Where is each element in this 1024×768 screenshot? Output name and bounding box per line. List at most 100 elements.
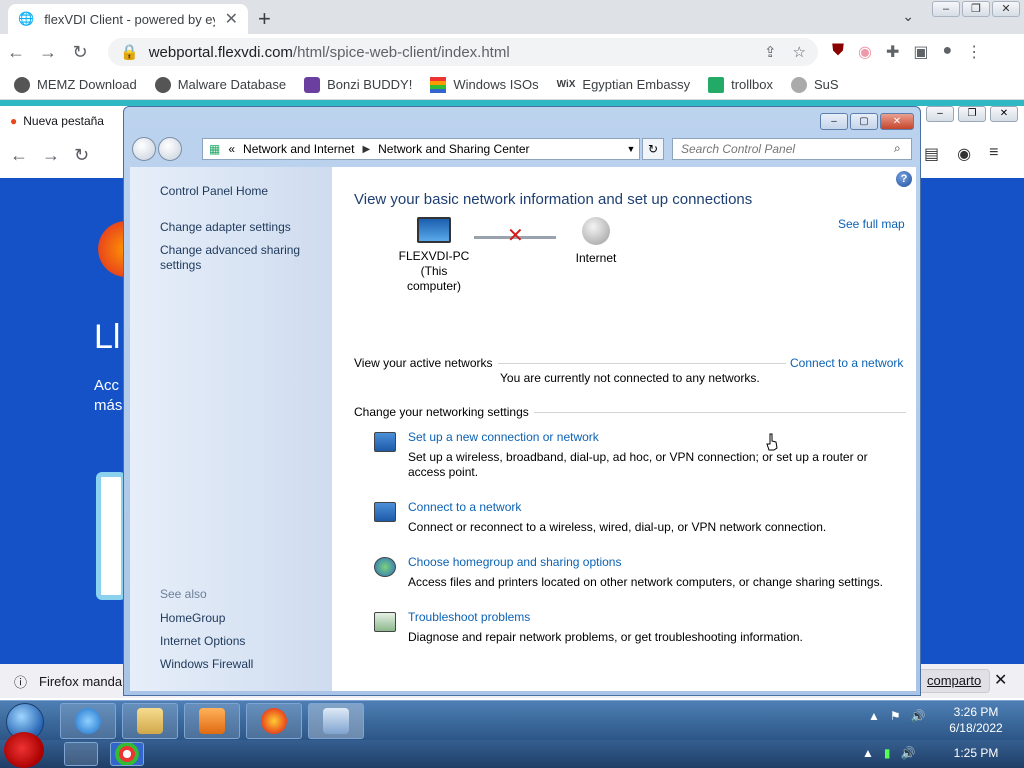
task-link[interactable]: Connect to a network: [408, 500, 521, 514]
chevron-down-icon[interactable]: ▼: [623, 144, 639, 154]
menu-icon[interactable]: ⋮: [966, 42, 982, 62]
forward-button[interactable]: →: [42, 145, 60, 166]
trollbox-icon: [708, 76, 725, 93]
media-player-icon: [199, 708, 225, 734]
bookmark-windows-isos[interactable]: Windows ISOs: [430, 76, 539, 93]
url-host: webportal.flexvdi.com: [148, 43, 293, 61]
globe-icon: [154, 76, 171, 93]
battery-icon[interactable]: ▮: [884, 746, 891, 760]
star-icon[interactable]: ☆: [793, 43, 806, 61]
forward-button[interactable]: →: [32, 42, 64, 63]
address-bar[interactable]: 🔒 webportal.flexvdi.com/html/spice-web-c…: [108, 38, 818, 66]
bookmark-memz[interactable]: MEMZ Download: [14, 76, 137, 93]
taskbar-explorer[interactable]: [122, 703, 178, 739]
bookmark-bonzi[interactable]: Bonzi BUDDY!: [304, 76, 412, 93]
back-button[interactable]: [132, 137, 156, 161]
chevron-up-icon[interactable]: ▲: [862, 746, 874, 760]
outer-clock[interactable]: 1:25 PM: [944, 746, 1008, 760]
change-settings-heading: Change your networking settings: [354, 405, 529, 419]
help-icon[interactable]: ?: [896, 171, 912, 187]
avatar[interactable]: ●: [943, 42, 953, 62]
disconnected-icon: ✕: [507, 225, 524, 247]
firefox-tab[interactable]: ● Nueva pestaña: [0, 110, 122, 132]
outer-taskbar-explorer[interactable]: [64, 742, 98, 766]
breadcrumb-sharing-center[interactable]: Network and Sharing Center: [378, 142, 529, 156]
action-center-icon[interactable]: ⚑: [890, 709, 901, 723]
sidebar-item-adapter-settings[interactable]: Change adapter settings: [160, 220, 291, 235]
sidebar-icon[interactable]: ▣: [913, 42, 928, 62]
sidebar-item-homegroup[interactable]: HomeGroup: [160, 611, 225, 626]
close-icon[interactable]: ✕: [994, 670, 1007, 690]
computer-icon: [417, 217, 451, 243]
hand-cursor-icon: [766, 433, 778, 451]
puzzle-icon[interactable]: ✚: [886, 42, 899, 62]
task-link[interactable]: Set up a new connection or network: [408, 430, 599, 444]
lock-icon[interactable]: 🔒: [120, 43, 139, 61]
chevron-down-icon[interactable]: ⌄: [902, 8, 914, 25]
chevron-up-icon[interactable]: ▲: [868, 709, 880, 723]
taskbar-firefox[interactable]: [246, 703, 302, 739]
angry-bird-start-icon[interactable]: [4, 732, 44, 768]
task-link[interactable]: Troubleshoot problems: [408, 610, 530, 624]
back-button[interactable]: ←: [0, 42, 32, 63]
maximize-button[interactable]: ❐: [962, 1, 990, 17]
share-icon[interactable]: ⇪: [764, 43, 777, 61]
minimize-button[interactable]: –: [932, 1, 960, 17]
search-input[interactable]: Search Control Panel: [672, 138, 912, 160]
close-window-button[interactable]: ✕: [880, 113, 914, 130]
firefox-nav: ← → ↻: [0, 140, 122, 170]
sidebar-item-control-panel-home[interactable]: Control Panel Home: [160, 184, 268, 199]
sidebar-item-advanced-sharing[interactable]: Change advanced sharing settings: [160, 243, 310, 273]
close-window-button[interactable]: ✕: [992, 1, 1020, 17]
bookmark-malware[interactable]: Malware Database: [154, 76, 286, 93]
bookmark-egyptian-embassy[interactable]: WiX Egyptian Embassy: [557, 77, 690, 92]
sidebar-icon[interactable]: ▤: [924, 144, 939, 164]
new-tab-button[interactable]: +: [258, 6, 271, 32]
reload-button[interactable]: ↻: [74, 145, 89, 166]
close-window-button[interactable]: ✕: [990, 106, 1018, 122]
task-link[interactable]: Choose homegroup and sharing options: [408, 555, 621, 569]
maximize-button[interactable]: ▢: [850, 113, 878, 130]
forward-button[interactable]: [158, 137, 182, 161]
search-icon[interactable]: ⌕: [894, 141, 901, 156]
connect-network-link[interactable]: Connect to a network: [790, 356, 903, 370]
cp-window-controls: – ▢ ✕: [820, 113, 914, 130]
chrome-tab[interactable]: 🌐 flexVDI Client - powered by ey ✕: [8, 4, 248, 34]
back-button[interactable]: ←: [10, 145, 28, 166]
troubleshoot-icon: [374, 612, 396, 632]
bookmark-sus[interactable]: SuS: [791, 76, 839, 93]
sidebar-item-internet-options[interactable]: Internet Options: [160, 634, 245, 649]
clock[interactable]: 3:26 PM 6/18/2022: [944, 704, 1008, 736]
notification-button[interactable]: comparto: [918, 669, 991, 693]
outer-taskbar-chrome[interactable]: [110, 742, 144, 766]
minimize-button[interactable]: –: [926, 106, 954, 122]
minimize-button[interactable]: –: [820, 113, 848, 130]
extension-flag-icon[interactable]: ◉: [858, 42, 872, 62]
divider: [498, 363, 786, 364]
tab-title: flexVDI Client - powered by ey: [44, 11, 215, 27]
taskbar-ie[interactable]: [60, 703, 116, 739]
ublock-icon[interactable]: ⛊: [832, 42, 844, 62]
sus-icon: [791, 76, 807, 93]
bookmark-trollbox[interactable]: trollbox: [708, 76, 773, 93]
maximize-button[interactable]: ❐: [958, 106, 986, 122]
reload-button[interactable]: ↻: [64, 42, 96, 63]
breadcrumb-network-internet[interactable]: Network and Internet: [243, 142, 354, 156]
task-description: Access files and printers located on oth…: [408, 575, 883, 589]
chevron-right-icon[interactable]: ▶: [362, 144, 370, 155]
network-map-internet[interactable]: Internet: [564, 217, 628, 265]
account-icon[interactable]: ◉: [957, 144, 971, 164]
cp-address-bar[interactable]: ▦ « Network and Internet ▶ Network and S…: [202, 138, 640, 160]
volume-icon[interactable]: 🔊: [911, 709, 926, 723]
taskbar-media-player[interactable]: [184, 703, 240, 739]
volume-icon[interactable]: 🔊: [901, 746, 916, 760]
refresh-button[interactable]: ↻: [642, 138, 664, 160]
inner-taskbar: ▲ ⚑ 🔊 3:26 PM 6/18/2022: [0, 700, 1024, 741]
network-map-computer[interactable]: FLEXVDI-PC (This computer): [392, 217, 476, 294]
menu-icon[interactable]: ≡: [989, 144, 998, 164]
see-full-map-link[interactable]: See full map: [838, 217, 905, 231]
close-icon[interactable]: ✕: [225, 9, 238, 29]
sidebar-item-windows-firewall[interactable]: Windows Firewall: [160, 657, 253, 672]
taskbar-control-panel[interactable]: [308, 703, 364, 739]
firefox-card[interactable]: [96, 472, 126, 600]
